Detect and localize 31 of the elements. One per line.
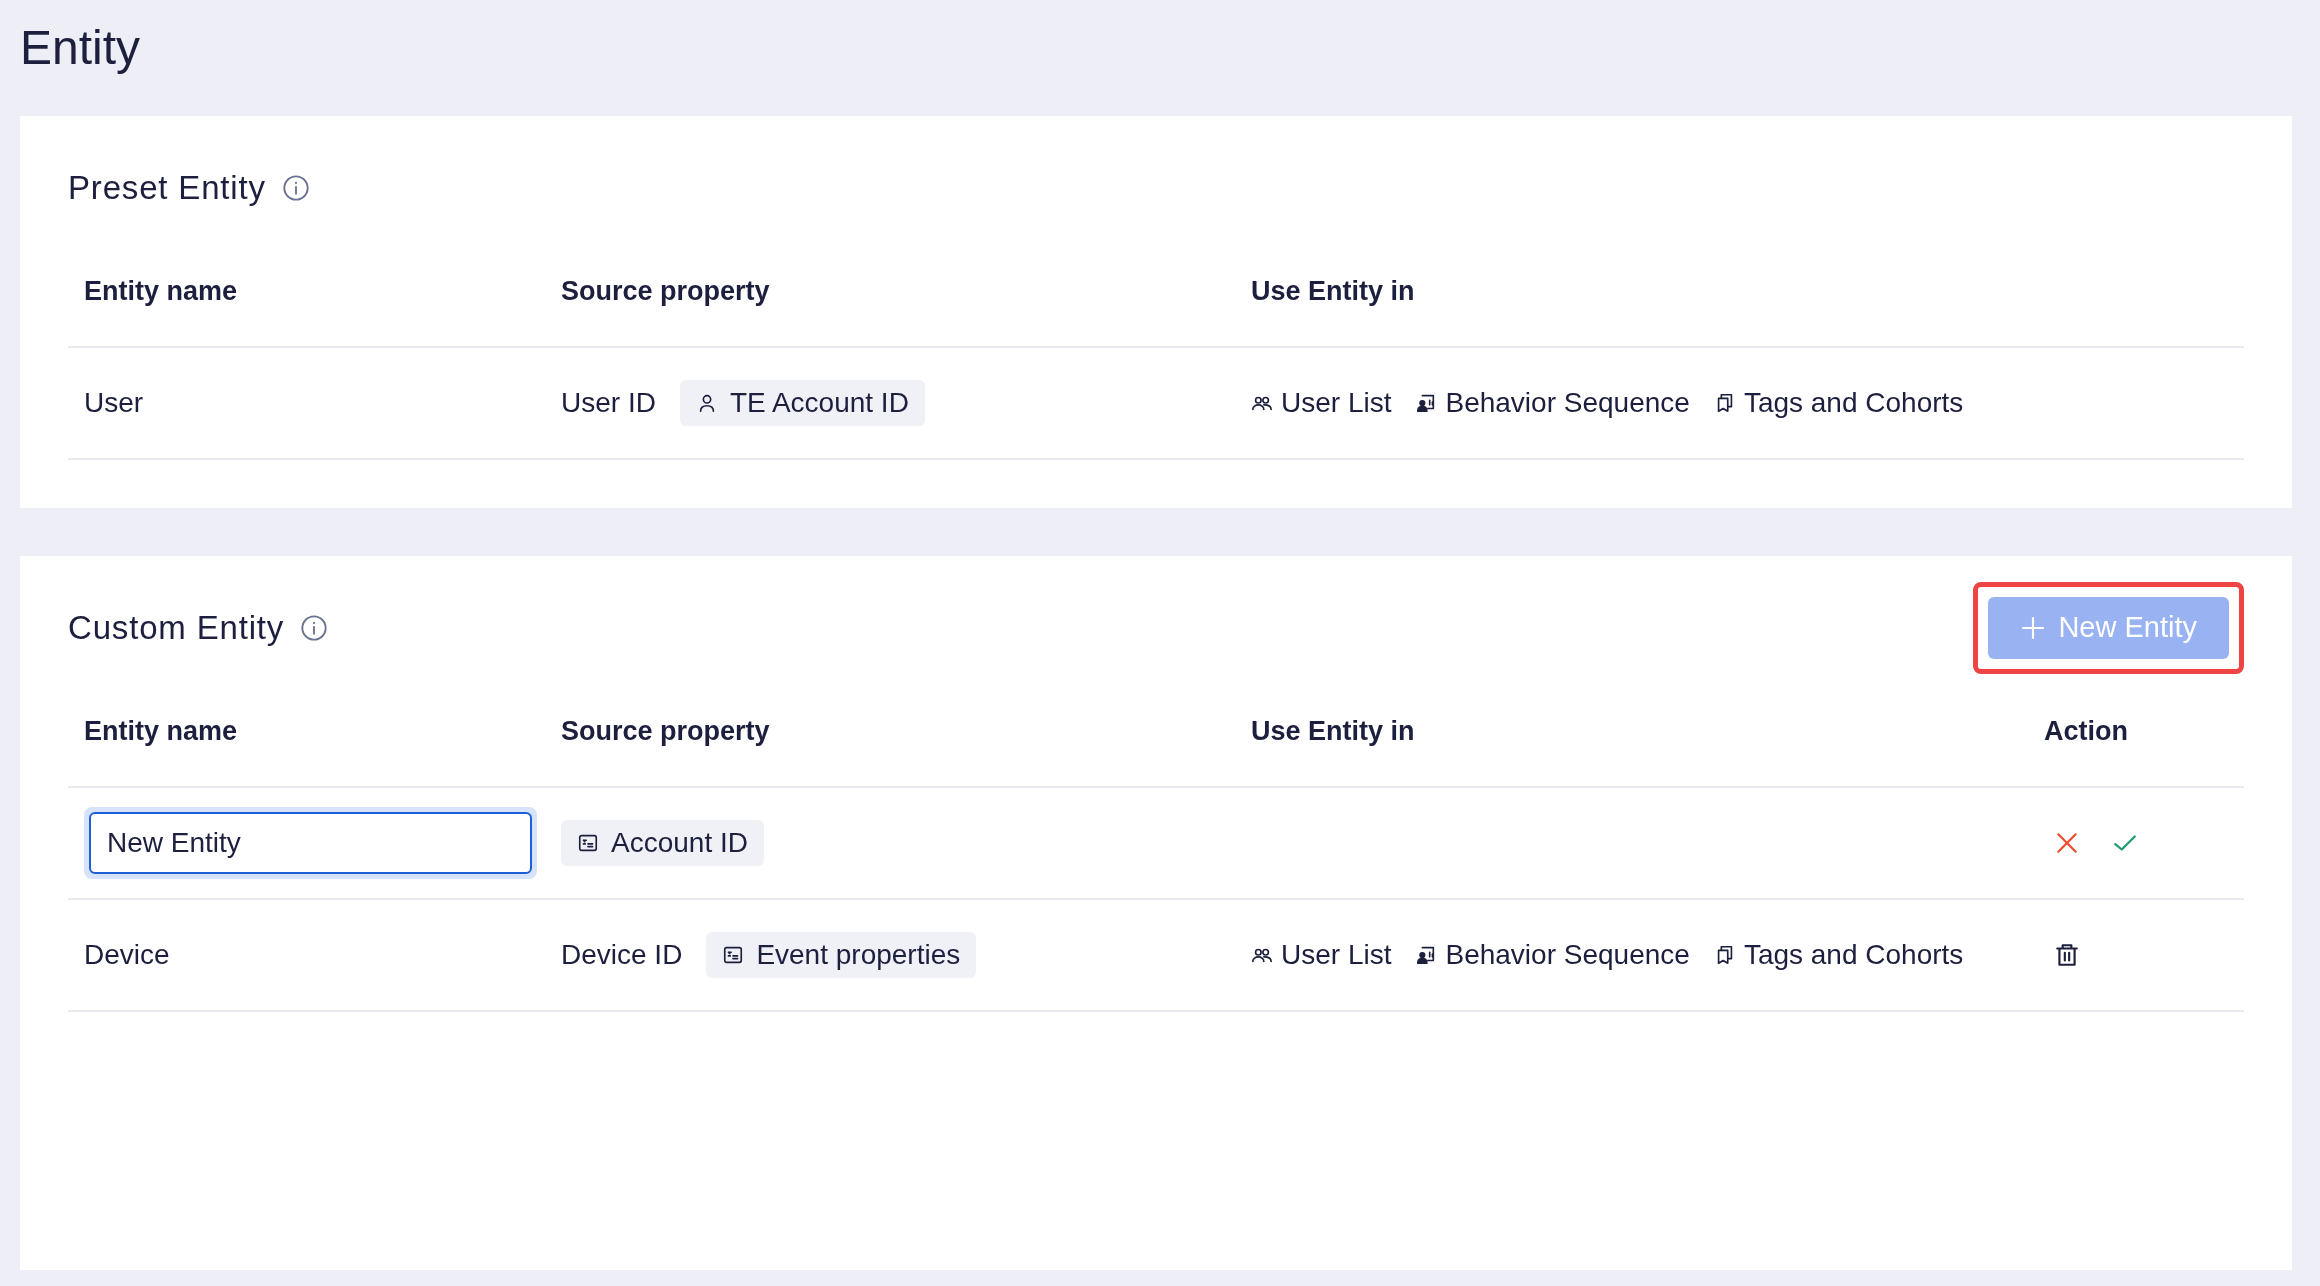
entity-name: User bbox=[84, 387, 144, 418]
list-icon bbox=[722, 944, 745, 966]
trash-icon bbox=[2054, 942, 2080, 968]
source-property: Device ID bbox=[561, 938, 683, 972]
info-icon bbox=[281, 174, 310, 202]
info-icon bbox=[300, 614, 329, 642]
usage-label: Behavior Sequence bbox=[1445, 386, 1690, 420]
section-title: Custom Entity bbox=[68, 608, 285, 649]
plus-icon bbox=[2020, 615, 2047, 641]
usage-label: User List bbox=[1281, 938, 1392, 972]
section-title: Preset Entity bbox=[68, 168, 266, 209]
column-header: Source property bbox=[561, 715, 770, 746]
page-title: Entity bbox=[20, 20, 142, 76]
property-tag: TE Account ID bbox=[679, 380, 925, 426]
property-tag: Account ID bbox=[561, 820, 764, 866]
usage-label: User List bbox=[1281, 386, 1392, 420]
source-property: User ID bbox=[561, 386, 656, 420]
column-header: Use Entity in bbox=[1251, 275, 1415, 306]
entity-name-input[interactable]: New Entity bbox=[89, 812, 532, 874]
property-tag: Event properties bbox=[706, 932, 977, 978]
list-icon bbox=[577, 832, 599, 854]
usage-label: Behavior Sequence bbox=[1445, 938, 1690, 972]
close-icon bbox=[2054, 830, 2080, 856]
column-header: Action bbox=[2044, 715, 2128, 746]
column-header: Source property bbox=[561, 275, 770, 306]
column-header: Entity name bbox=[84, 275, 238, 306]
column-header: Use Entity in bbox=[1251, 715, 1415, 746]
entity-name: Device bbox=[84, 939, 170, 970]
usage-label: Tags and Cohorts bbox=[1743, 938, 1964, 972]
column-header: Entity name bbox=[84, 715, 238, 746]
usage-label: Tags and Cohorts bbox=[1743, 386, 1964, 420]
